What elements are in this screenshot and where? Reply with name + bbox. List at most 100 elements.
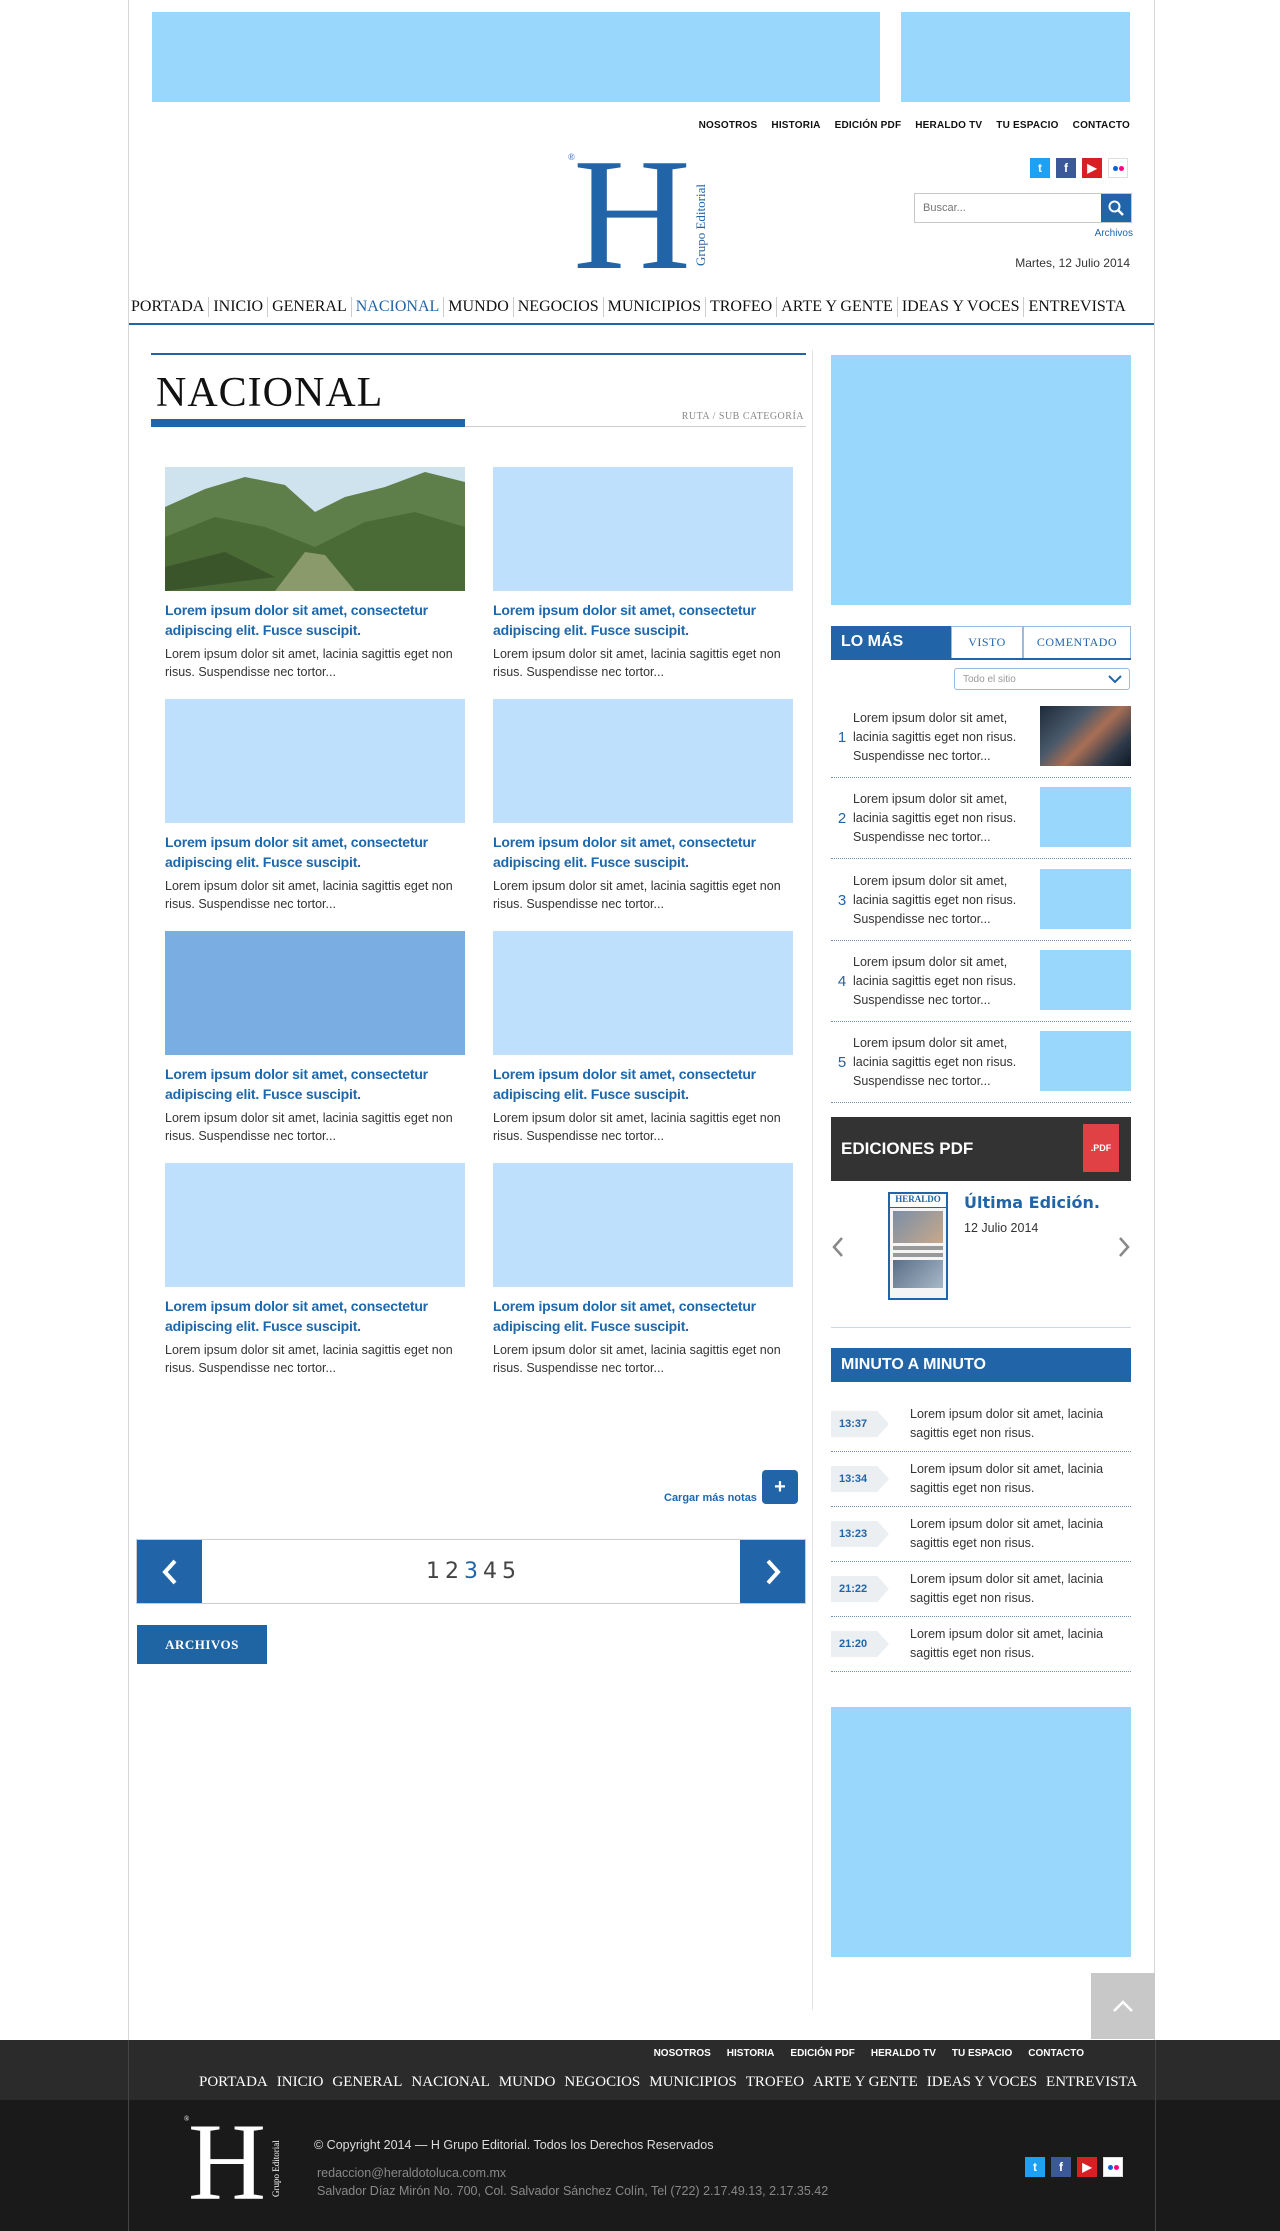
article-thumbnail[interactable] (493, 931, 793, 1055)
article-card[interactable]: Lorem ipsum dolor sit amet, consectetur … (165, 699, 465, 931)
page-4[interactable]: 4 (483, 1559, 497, 1584)
breadcrumb[interactable]: RUTA / SUB CATEGORÍA (682, 411, 804, 422)
minuto-item[interactable]: 13:37 Lorem ipsum dolor sit amet, lacini… (831, 1397, 1131, 1452)
main-nav-entrevista[interactable]: ENTREVISTA (1023, 297, 1129, 317)
article-thumbnail[interactable] (165, 699, 465, 823)
archive-button[interactable]: ARCHIVOS (137, 1625, 267, 1664)
article-title[interactable]: Lorem ipsum dolor sit amet, consectetur … (165, 1064, 465, 1104)
article-title[interactable]: Lorem ipsum dolor sit amet, consectetur … (493, 832, 793, 872)
flickr-icon[interactable] (1103, 2157, 1123, 2177)
plus-icon[interactable]: + (761, 1470, 798, 1504)
article-title[interactable]: Lorem ipsum dolor sit amet, consectetur … (165, 1296, 465, 1336)
most-read-text[interactable]: Lorem ipsum dolor sit amet, lacinia sagi… (853, 953, 1033, 1010)
main-nav-ideas-y-voces[interactable]: IDEAS Y VOCES (896, 297, 1024, 317)
chevron-right-icon[interactable] (1117, 1235, 1131, 1259)
most-read-item[interactable]: 5 Lorem ipsum dolor sit amet, lacinia sa… (831, 1022, 1131, 1103)
footer-main-ideas-y-voces[interactable]: IDEAS Y VOCES (927, 2074, 1037, 2091)
footer-main-inicio[interactable]: INICIO (277, 2074, 324, 2091)
most-read-item[interactable]: 4 Lorem ipsum dolor sit amet, lacinia sa… (831, 941, 1131, 1022)
minuto-item[interactable]: 21:22 Lorem ipsum dolor sit amet, lacini… (831, 1562, 1131, 1617)
footer-main-negocios[interactable]: NEGOCIOS (564, 2074, 640, 2091)
main-nav-nacional[interactable]: NACIONAL (350, 297, 444, 317)
next-page-button[interactable] (740, 1540, 805, 1603)
main-nav-negocios[interactable]: NEGOCIOS (512, 297, 603, 317)
footer-nav-historia[interactable]: HISTORIA (727, 2048, 775, 2059)
main-nav-mundo[interactable]: MUNDO (443, 297, 512, 317)
footer-main-trofeo[interactable]: TROFEO (746, 2074, 804, 2091)
facebook-icon[interactable]: f (1056, 158, 1076, 178)
nav-tu-espacio[interactable]: TU ESPACIO (996, 120, 1058, 131)
article-title[interactable]: Lorem ipsum dolor sit amet, consectetur … (165, 600, 465, 640)
most-read-text[interactable]: Lorem ipsum dolor sit amet, lacinia sagi… (853, 1034, 1033, 1091)
page-2[interactable]: 2 (445, 1559, 459, 1584)
page-5[interactable]: 5 (502, 1559, 516, 1584)
footer-main-general[interactable]: GENERAL (332, 2074, 402, 2091)
main-nav-inicio[interactable]: INICIO (208, 297, 267, 317)
article-title[interactable]: Lorem ipsum dolor sit amet, consectetur … (493, 1064, 793, 1104)
article-thumbnail[interactable] (165, 467, 465, 591)
minuto-item[interactable]: 13:23 Lorem ipsum dolor sit amet, lacini… (831, 1507, 1131, 1562)
page-3-current[interactable]: 3 (464, 1559, 478, 1584)
minuto-text[interactable]: Lorem ipsum dolor sit amet, lacinia sagi… (910, 1460, 1130, 1498)
footer-nav-tu-espacio[interactable]: TU ESPACIO (952, 2048, 1012, 2059)
article-title[interactable]: Lorem ipsum dolor sit amet, consectetur … (493, 1296, 793, 1336)
site-logo[interactable]: ® H Grupo Editorial (568, 148, 718, 273)
main-nav-general[interactable]: GENERAL (267, 297, 351, 317)
twitter-icon[interactable]: t (1030, 158, 1050, 178)
minuto-text[interactable]: Lorem ipsum dolor sit amet, lacinia sagi… (910, 1515, 1130, 1553)
article-card[interactable]: Lorem ipsum dolor sit amet, consectetur … (493, 467, 793, 699)
contact-email[interactable]: redaccion@heraldotoluca.com.mx (317, 2166, 506, 2180)
nav-edicion-pdf[interactable]: EDICIÓN PDF (835, 120, 902, 131)
main-nav-arte-y-gente[interactable]: ARTE Y GENTE (776, 297, 897, 317)
twitter-icon[interactable]: t (1025, 2157, 1045, 2177)
nav-heraldo-tv[interactable]: HERALDO TV (915, 120, 982, 131)
footer-nav-nosotros[interactable]: NOSOTROS (654, 2048, 711, 2059)
article-thumbnail[interactable] (165, 1163, 465, 1287)
archivos-link[interactable]: Archivos (1095, 228, 1133, 239)
nav-contacto[interactable]: CONTACTO (1073, 120, 1130, 131)
article-card[interactable]: Lorem ipsum dolor sit amet, consectetur … (165, 467, 465, 699)
most-read-thumbnail[interactable] (1040, 950, 1131, 1010)
most-read-item[interactable]: 1 Lorem ipsum dolor sit amet, lacinia sa… (831, 697, 1131, 778)
page-1[interactable]: 1 (426, 1559, 440, 1584)
load-more[interactable]: Cargar más notas + (664, 1470, 798, 1504)
pdf-cover-thumbnail[interactable]: HERALDO (888, 1192, 948, 1300)
main-nav-municipios[interactable]: MUNICIPIOS (602, 297, 705, 317)
search-button[interactable] (1101, 194, 1131, 222)
nav-nosotros[interactable]: NOSOTROS (699, 120, 758, 131)
minuto-item[interactable]: 21:20 Lorem ipsum dolor sit amet, lacini… (831, 1617, 1131, 1672)
top-side-ad[interactable] (901, 12, 1130, 102)
tab-visto[interactable]: VISTO (951, 626, 1023, 658)
load-more-label[interactable]: Cargar más notas (664, 1492, 757, 1504)
footer-main-nacional[interactable]: NACIONAL (411, 2074, 489, 2091)
most-read-thumbnail[interactable] (1040, 706, 1131, 766)
main-nav-trofeo[interactable]: TROFEO (704, 297, 776, 317)
sidebar-ad-top[interactable] (831, 355, 1131, 605)
minuto-text[interactable]: Lorem ipsum dolor sit amet, lacinia sagi… (910, 1570, 1130, 1608)
footer-main-arte-y-gente[interactable]: ARTE Y GENTE (813, 2074, 918, 2091)
site-filter-select[interactable]: Todo el sitio (954, 668, 1130, 690)
article-card[interactable]: Lorem ipsum dolor sit amet, consectetur … (493, 931, 793, 1163)
most-read-text[interactable]: Lorem ipsum dolor sit amet, lacinia sagi… (853, 872, 1033, 929)
prev-page-button[interactable] (137, 1540, 202, 1603)
most-read-text[interactable]: Lorem ipsum dolor sit amet, lacinia sagi… (853, 790, 1033, 847)
footer-main-portada[interactable]: PORTADA (199, 2074, 268, 2091)
footer-nav-contacto[interactable]: CONTACTO (1028, 2048, 1084, 2059)
article-title[interactable]: Lorem ipsum dolor sit amet, consectetur … (165, 832, 465, 872)
chevron-left-icon[interactable] (831, 1235, 845, 1259)
facebook-icon[interactable]: f (1051, 2157, 1071, 2177)
article-thumbnail[interactable] (493, 699, 793, 823)
footer-nav-edicion-pdf[interactable]: EDICIÓN PDF (790, 2048, 854, 2059)
article-card[interactable]: Lorem ipsum dolor sit amet, consectetur … (493, 699, 793, 931)
footer-main-mundo[interactable]: MUNDO (499, 2074, 556, 2091)
nav-historia[interactable]: HISTORIA (771, 120, 820, 131)
article-card[interactable]: Lorem ipsum dolor sit amet, consectetur … (165, 931, 465, 1163)
article-thumbnail[interactable] (493, 467, 793, 591)
main-nav-portada[interactable]: PORTADA (129, 297, 208, 317)
footer-main-municipios[interactable]: MUNICIPIOS (649, 2074, 737, 2091)
back-to-top-button[interactable] (1091, 1973, 1155, 2039)
flickr-icon[interactable] (1108, 158, 1128, 178)
youtube-icon[interactable]: ▶ (1077, 2157, 1097, 2177)
article-thumbnail[interactable] (165, 931, 465, 1055)
tab-comentado[interactable]: COMENTADO (1023, 626, 1131, 658)
